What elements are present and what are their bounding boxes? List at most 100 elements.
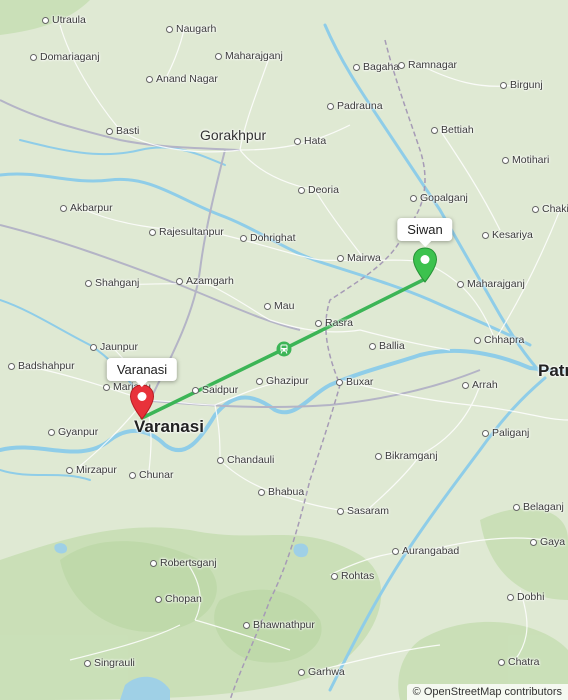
place-name: Robertsganj	[160, 557, 217, 569]
place-name: Utraula	[52, 14, 86, 26]
place-name: Rasra	[325, 317, 354, 329]
place-dot-icon	[155, 595, 162, 603]
place-dot-icon	[264, 302, 271, 310]
place-label: Saidpur	[192, 384, 238, 396]
place-label: Chakia	[532, 203, 568, 215]
place-dot-icon	[166, 25, 173, 33]
place-name: Dohrighat	[250, 232, 296, 244]
place-dot-icon	[66, 466, 73, 474]
place-name: Jaunpur	[100, 341, 138, 353]
place-dot-icon	[369, 342, 376, 350]
place-name: Gorakhpur	[200, 127, 267, 143]
place-dot-icon	[502, 156, 509, 164]
place-dot-icon	[256, 377, 263, 385]
origin-label[interactable]: Varanasi	[106, 358, 178, 387]
place-name: Azamgarh	[186, 275, 234, 287]
place-label: Gopalganj	[410, 192, 468, 204]
place-name: Paliganj	[492, 427, 530, 439]
place-dot-icon	[258, 488, 265, 496]
place-label: Maharajganj	[457, 278, 525, 290]
place-label: Birgunj	[500, 79, 543, 91]
place-name: Mau	[274, 300, 295, 312]
place-label: Maharajganj	[215, 50, 283, 62]
place-name: Saidpur	[202, 384, 239, 396]
place-name: Arrah	[472, 379, 498, 391]
destination-label-text: Siwan	[407, 222, 443, 237]
place-name: Birgunj	[510, 79, 543, 91]
place-dot-icon	[176, 277, 183, 285]
place-label: Hata	[294, 135, 326, 147]
place-label: Chopan	[155, 593, 202, 605]
place-dot-icon	[410, 194, 417, 202]
place-dot-icon	[103, 383, 110, 391]
place-name: Chatra	[508, 656, 540, 668]
place-dot-icon	[294, 137, 301, 145]
place-name: Chakia	[542, 203, 568, 215]
place-dot-icon	[337, 254, 344, 262]
place-name: Anand Nagar	[156, 73, 218, 85]
place-name: Sasaram	[347, 505, 390, 517]
place-label: Arrah	[462, 379, 498, 391]
place-label: Ghazipur	[256, 375, 309, 387]
place-label: Utraula	[42, 14, 86, 26]
place-dot-icon	[507, 593, 514, 601]
place-dot-icon	[298, 668, 305, 676]
place-label: Varanasi	[134, 417, 204, 437]
place-name: Singrauli	[94, 657, 135, 669]
place-label: Mairwa	[337, 252, 381, 264]
place-label: Gorakhpur	[200, 127, 266, 143]
place-label: Rohtas	[331, 570, 374, 582]
place-label: Bikramganj	[375, 450, 438, 462]
place-label: Ramnagar	[398, 59, 457, 71]
place-dot-icon	[482, 429, 489, 437]
place-name: Bagaha	[363, 61, 400, 73]
destination-label[interactable]: Siwan	[397, 218, 453, 247]
place-label: Bagaha	[353, 61, 399, 73]
place-label: Shahganj	[85, 277, 139, 289]
place-dot-icon	[431, 126, 438, 134]
place-dot-icon	[513, 503, 520, 511]
place-name: Belaganj	[523, 501, 564, 513]
place-label: Mau	[264, 300, 294, 312]
origin-pin-icon[interactable]	[129, 384, 155, 420]
place-label: Sasaram	[337, 505, 389, 517]
place-name: Ramnagar	[408, 59, 458, 71]
place-name: Maharajganj	[225, 50, 283, 62]
place-dot-icon	[85, 279, 92, 287]
place-dot-icon	[217, 456, 224, 464]
place-label: Naugarh	[166, 23, 216, 35]
place-dot-icon	[146, 75, 153, 83]
place-label: Singrauli	[84, 657, 135, 669]
place-dot-icon	[315, 319, 322, 327]
place-dot-icon	[30, 53, 37, 61]
place-label: Belaganj	[513, 501, 564, 513]
train-icon	[276, 341, 292, 357]
place-label: Anand Nagar	[146, 73, 218, 85]
place-dot-icon	[337, 507, 344, 515]
place-dot-icon	[42, 16, 49, 24]
place-label: Azamgarh	[176, 275, 234, 287]
place-name: Chhapra	[484, 334, 525, 346]
place-dot-icon	[474, 336, 481, 344]
destination-pin-icon[interactable]	[412, 247, 438, 283]
place-dot-icon	[48, 428, 55, 436]
place-name: Motihari	[512, 154, 550, 166]
place-label: Akbarpur	[60, 202, 113, 214]
place-label: Rasra	[315, 317, 353, 329]
place-dot-icon	[8, 362, 15, 370]
place-label: Mirzapur	[66, 464, 117, 476]
map-attribution[interactable]: © OpenStreetMap contributors	[406, 684, 568, 700]
place-dot-icon	[457, 280, 464, 288]
place-name: Buxar	[346, 376, 374, 388]
place-label: Chandauli	[217, 454, 274, 466]
place-name: Naugarh	[176, 23, 217, 35]
place-dot-icon	[243, 621, 250, 629]
place-name: Hata	[304, 135, 327, 147]
place-dot-icon	[498, 658, 505, 666]
place-name: Garhwa	[308, 666, 345, 678]
place-label: Bettiah	[431, 124, 474, 136]
place-label: Aurangabad	[392, 545, 459, 557]
place-dot-icon	[60, 204, 67, 212]
place-dot-icon	[149, 228, 156, 236]
place-name: Ballia	[379, 340, 405, 352]
